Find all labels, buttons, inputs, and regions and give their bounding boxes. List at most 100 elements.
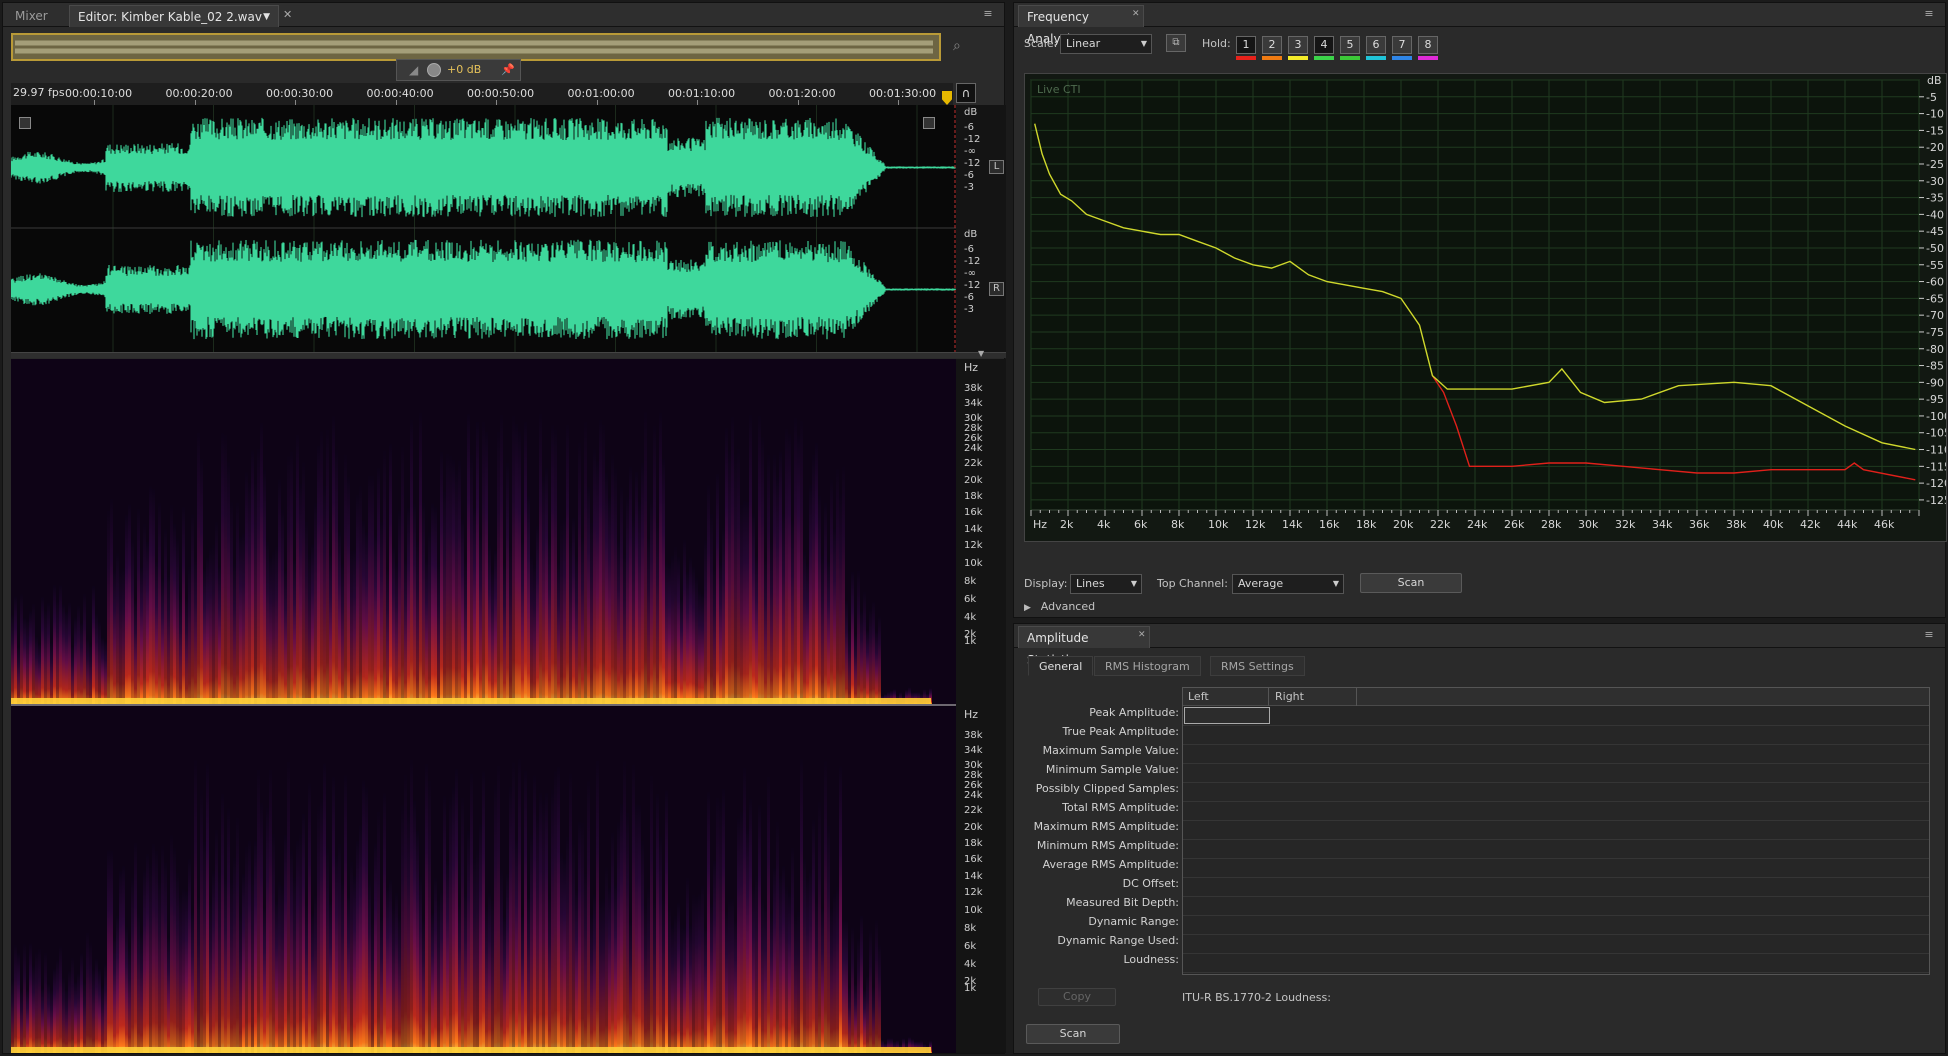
hold-button-5[interactable]: 5 <box>1340 36 1360 54</box>
headphone-icon[interactable]: ∩ <box>956 83 976 103</box>
stat-label: Dynamic Range: <box>1088 915 1179 928</box>
close-tab-icon[interactable]: ✕ <box>1138 630 1146 640</box>
x-tick-label: 4k <box>1097 518 1111 531</box>
as-tabbar: Amplitude Statistics ✕ ≡ <box>1014 624 1945 667</box>
display-select-value: Lines <box>1076 577 1105 590</box>
y-tick-label: -125 <box>1926 494 1946 507</box>
channel-r-badge[interactable]: R <box>989 282 1004 296</box>
right-hz-tick: 4k <box>964 959 977 970</box>
channel-l-badge[interactable]: L <box>989 160 1004 174</box>
tab-rms-histogram[interactable]: RMS Histogram <box>1094 656 1201 676</box>
stats-scan-button[interactable]: Scan <box>1026 1024 1120 1044</box>
hold-button-6[interactable]: 6 <box>1366 36 1386 54</box>
editor-tabbar: Mixer Editor: Kimber Kable_02 2.wav * ▼ … <box>3 3 1004 46</box>
spectrogram-area[interactable] <box>11 359 956 1053</box>
selected-cell[interactable] <box>1184 707 1270 724</box>
display-select[interactable]: Lines ▼ <box>1070 574 1142 594</box>
close-tab-icon[interactable]: ✕ <box>1132 9 1140 19</box>
chevron-down-icon: ▼ <box>1140 39 1147 48</box>
pin-icon[interactable]: 📌 <box>501 63 515 76</box>
copy-graph-icon[interactable]: ⧉ <box>1166 34 1186 52</box>
y-tick-label: -105 <box>1926 427 1946 440</box>
timecode-label: 00:00:40:00 <box>366 87 434 100</box>
stats-tabs: General RMS Histogram RMS Settings <box>1028 656 1628 676</box>
left-hz-tick: 24k <box>964 443 983 454</box>
hold-label: Hold: <box>1202 37 1231 50</box>
stat-row <box>1183 840 1929 859</box>
stat-row <box>1183 726 1929 745</box>
overview-waveform[interactable] <box>11 33 941 61</box>
right-db-tick: -6 <box>964 244 974 255</box>
stat-label: Minimum RMS Amplitude: <box>1036 839 1179 852</box>
left-db-tick: -∞ <box>964 146 976 157</box>
x-tick-label: 36k <box>1689 518 1710 531</box>
x-tick-label: 44k <box>1837 518 1858 531</box>
left-hz-tick: 16k <box>964 507 983 518</box>
y-tick-label: -40 <box>1926 208 1944 221</box>
dropdown-arrow-icon[interactable]: ▼ <box>263 6 270 28</box>
fa-scan-button[interactable]: Scan <box>1360 573 1462 593</box>
left-db-tick: -12 <box>964 158 981 169</box>
hold-button-4[interactable]: 4 <box>1314 36 1334 54</box>
timecode-label: 00:00:50:00 <box>467 87 535 100</box>
x-tick-label: 30k <box>1578 518 1599 531</box>
right-hz-tick: 14k <box>964 871 983 882</box>
right-hz-tick: 34k <box>964 745 983 756</box>
hold-color-swatch <box>1392 56 1412 60</box>
fa-tabbar: Frequency Analysis ✕ ≡ <box>1014 3 1945 46</box>
scale-select[interactable]: Linear ▼ <box>1060 34 1152 54</box>
panel-menu-icon[interactable]: ≡ <box>1921 629 1937 641</box>
panel-menu-icon[interactable]: ≡ <box>1921 8 1937 20</box>
timeline-ruler[interactable]: 29.97 fps 00:00:10:00 00:00:20:00 00:00:30… <box>11 83 953 105</box>
right-hz-tick: 22k <box>964 805 983 816</box>
x-tick-label: 10k <box>1208 518 1229 531</box>
volume-value[interactable]: +0 dB <box>447 63 481 76</box>
waveform-corner-icon-left[interactable] <box>19 117 31 129</box>
close-tab-icon[interactable]: ✕ <box>283 8 292 21</box>
stat-row <box>1183 954 1929 973</box>
x-tick-label: 8k <box>1171 518 1185 531</box>
y-tick-label: -45 <box>1926 225 1944 238</box>
hold-color-swatch <box>1288 56 1308 60</box>
tab-mixer[interactable]: Mixer <box>7 5 56 27</box>
hold-button-2[interactable]: 2 <box>1262 36 1282 54</box>
frequency-graph[interactable]: Live CTI dB -5 -10 -15 -20 -25 -30 -35 -40 -45 -50 -… <box>1024 73 1947 542</box>
right-hz-tick: 12k <box>964 887 983 898</box>
hold-button-7[interactable]: 7 <box>1392 36 1412 54</box>
stat-label: DC Offset: <box>1122 877 1179 890</box>
left-hz-tick: 14k <box>964 524 983 535</box>
chevron-down-icon: ▼ <box>1130 579 1137 588</box>
left-db-tick: -6 <box>964 170 974 181</box>
db-unit-label: dB <box>964 107 978 118</box>
advanced-toggle[interactable]: ▶ Advanced <box>1024 599 1095 613</box>
y-tick-label: -60 <box>1926 276 1944 289</box>
x-tick-label: 2k <box>1060 518 1074 531</box>
view-divider[interactable] <box>11 352 1006 358</box>
hold-button-3[interactable]: 3 <box>1288 36 1308 54</box>
right-db-tick: -6 <box>964 292 974 303</box>
right-hz-tick: 24k <box>964 790 983 801</box>
panel-menu-icon[interactable]: ≡ <box>980 8 996 20</box>
top-channel-select[interactable]: Average ▼ <box>1232 574 1344 594</box>
waveform-db-ruler: dB -6 -12 -∞ -12 -6 -3 dB -6 -12 -∞ -12 -6 -3 L R <box>956 105 1006 352</box>
waveform-corner-icon-right[interactable] <box>923 117 935 129</box>
copy-button[interactable]: Copy <box>1038 988 1116 1006</box>
divider-arrow-icon[interactable]: ▼ <box>978 349 984 358</box>
volume-knob-icon[interactable] <box>427 63 441 77</box>
tab-editor[interactable]: Editor: Kimber Kable_02 2.wav * ▼ <box>69 5 279 46</box>
hold-button-8[interactable]: 8 <box>1418 36 1438 54</box>
hold-button-1[interactable]: 1 <box>1236 36 1256 54</box>
right-channel-waveform <box>11 239 956 340</box>
tab-frequency-analysis[interactable]: Frequency Analysis <box>1018 5 1144 46</box>
tab-general[interactable]: General <box>1028 656 1094 676</box>
waveform-area[interactable] <box>11 105 956 352</box>
y-tick-label: -110 <box>1926 444 1946 457</box>
y-tick-label: -120 <box>1926 477 1946 490</box>
editor-panel: Mixer Editor: Kimber Kable_02 2.wav * ▼ … <box>2 2 1006 1054</box>
tab-rms-settings[interactable]: RMS Settings <box>1210 656 1305 676</box>
hz-unit-label: Hz <box>964 708 979 721</box>
zoom-icon[interactable]: ⌕ <box>953 38 971 56</box>
left-hz-tick: 10k <box>964 558 983 569</box>
tab-amplitude-statistics[interactable]: Amplitude Statistics <box>1018 626 1150 667</box>
timecode-label: 00:00:30:00 <box>266 87 334 100</box>
